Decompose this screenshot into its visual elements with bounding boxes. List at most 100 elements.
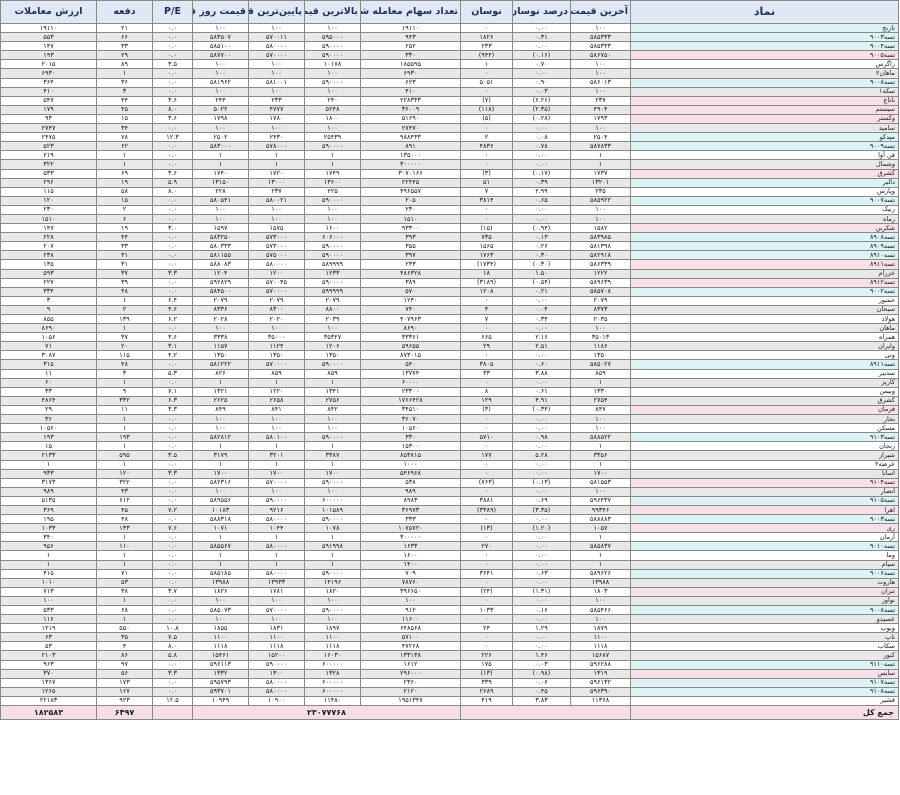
row-volume: ۸۹۱ bbox=[360, 141, 461, 152]
row-count: ۴۸ bbox=[96, 359, 153, 370]
row-volume: ۲۹۶۰۰۰ bbox=[360, 668, 461, 679]
row-last-price: ۱ bbox=[570, 459, 631, 470]
row-change-pct: ۴.۹۱ bbox=[512, 395, 571, 406]
row-last-price: ۲۳۵ bbox=[570, 186, 631, 197]
row-change-pct: ۰.۰۰ bbox=[512, 150, 571, 161]
row-value: ۱۵۱۰ bbox=[0, 213, 97, 225]
row-count: ۱۱۵ bbox=[96, 350, 153, 361]
row-pe: ۰.۰ bbox=[152, 213, 193, 225]
row-change: ۳۸۸۱ bbox=[460, 495, 513, 506]
row-prev-close: ۵۸۷۷۰۰ bbox=[192, 50, 249, 61]
row-change: ۵۷۱۰ bbox=[460, 432, 513, 443]
row-count: ۱۱۰ bbox=[96, 541, 153, 552]
table-row: وتی ۱۳۵۰ ۰.۰۰ ۰ ۸۷۳۰۱۵ ۱۳۵۰ ۱۳۵۰ ۱۳۵۰ ۴.۲ ۱۱۵ ۳۰۸۷ bbox=[0, 350, 899, 361]
table-row: وبوب ۱۸۷۹ ۱.۲۹ ۲۴ ۶۴۸۵۶۸ ۱۸۹۷ ۱۸۳۱ ۱۸۵۵ ۱۰.۸ ۵۵۰ ۱… bbox=[0, 623, 899, 634]
table-row: کنور ۱۵۶۸۷ ۱.۴۶ ۲۲۶ ۱۳۳۱۳۸ ۱۶۰۳۰ ۱۵۲۰۰ ۱۵۴۶۱ ۵.۸… bbox=[0, 650, 899, 661]
row-value: ۹۳۳ bbox=[0, 468, 97, 479]
row-last-price: ۱۰۵۷ bbox=[570, 523, 631, 534]
row-value: ۱۹۵ bbox=[0, 514, 97, 525]
row-high: ۵۹۰۰۰۰ bbox=[304, 195, 361, 206]
row-prev-close: ۵۹۵۷۹۳ bbox=[192, 677, 249, 688]
row-value: ۲۱۰۳ bbox=[0, 650, 97, 661]
row-change-pct: (۰.۱۳) bbox=[512, 477, 571, 488]
row-volume: ۷۰۹ bbox=[360, 568, 461, 579]
table-row: کشرق ۱۷۳۷ (۰.۱۷) (۳) ۳۰۷۰۱۶۶ ۱۷۴۹ ۱۷۲۰ ۱۷۴۰ ۳.۶ ۶… bbox=[0, 168, 899, 179]
row-value: ۷۱۳ bbox=[0, 586, 97, 597]
table-row: دالبر ۱۳۲۰۱ ۰.۳۹ ۵۱ ۲۲۴۴۵ ۱۳۶۰۰ ۱۳۰۰۰ ۱۳۱۵۰ ۵.۹ ۱… bbox=[0, 177, 899, 188]
row-symbol: رماه bbox=[630, 213, 899, 225]
row-change: ۰ bbox=[460, 86, 513, 97]
row-last-price: ۵۸۶۰۱۳ bbox=[570, 77, 631, 88]
row-last-price: ۵۸۵۰۲۷ bbox=[570, 359, 631, 370]
row-volume: ۲۳۳ bbox=[360, 259, 461, 270]
row-volume: ۴۹۶۵۵۷ bbox=[360, 186, 461, 197]
row-pe: ۳.۶ bbox=[152, 113, 193, 125]
table-row: زنجان ۱ ۰.۰۰ ۰ ۱۵۳۰۰ ۱ ۱ ۱ ۰.۰ ۱ ۱۵ bbox=[0, 441, 899, 452]
table-row: تسه۸۹۰۸ ۵۸۳۹۸۵ ۰.۱۳ ۷۳۵ ۳۹۳ ۶۰۶۰۰۰ ۵۷۳۰۰۰ ۵۸۳۲۵… bbox=[0, 232, 899, 243]
row-symbol: تسه۹۱۰۸ bbox=[630, 686, 899, 697]
row-pe: ۰.۰ bbox=[152, 41, 193, 52]
row-low: ۱۳۰۰۰ bbox=[248, 177, 305, 188]
row-low: ۵۸۰۱۰۰ bbox=[248, 432, 305, 443]
table-row: تسه۹۱۱۰ ۵۹۶۲۸۸ ۰.۰۳ ۱۷۵ ۱۶۱۲ ۶۰۰۰۰۰ ۵۹۰۰۰۰ ۵۹۶۱… bbox=[0, 659, 899, 670]
row-low: ۱۰۴۴ bbox=[248, 523, 305, 534]
row-pe: ۸.۰ bbox=[152, 641, 193, 652]
row-pe: ۰.۰ bbox=[152, 250, 193, 261]
row-symbol: تسه۹۱۰۵ bbox=[630, 495, 899, 506]
row-last-price: ۱۲۲۲ bbox=[570, 268, 631, 279]
row-volume: ۸۷۳۰۱۵ bbox=[360, 350, 461, 361]
row-change: ۵۰۵۱ bbox=[460, 77, 513, 88]
totals-row: جمع کل ۲۳۰۷۷۷۶۸ ۶۴۹۷ ۱۸۲۵۸۳ bbox=[0, 705, 899, 721]
table-row: انصار ۱۰۰ ۰.۰۰ ۰ ۹۸۹ ۱۰۰ ۱۰۰ ۱۰۰ ۰.۰ ۴۳ ۹۸۹ bbox=[0, 486, 899, 497]
row-last-price: ۱۵۸۲ bbox=[570, 223, 631, 234]
row-high: ۱۶۰۰ bbox=[304, 223, 361, 234]
row-low: ۱۰۰ bbox=[248, 213, 305, 225]
row-change: ۶۶۵ bbox=[460, 332, 513, 343]
row-high: ۵۹۹۹۹۹ bbox=[304, 286, 361, 297]
row-change-pct: ۰.۹۰ bbox=[512, 77, 571, 88]
row-value: ۵۱۳۵ bbox=[0, 495, 97, 506]
row-change-pct: (۰.۳۰) bbox=[512, 259, 571, 270]
row-change-pct: ۰.۰۰ bbox=[512, 550, 571, 561]
row-volume: ۴۰۷۹۶۳ bbox=[360, 313, 461, 325]
row-change: ۰ bbox=[460, 213, 513, 225]
table-row: فرمان ۸۴۷ (۰.۳۴) (۳) ۳۴۵۱۰ ۸۴۲ ۸۴۱ ۸۴۹ ۳.۳ ۱۱ ۲۹ bbox=[0, 404, 899, 416]
row-change: ۰ bbox=[460, 350, 513, 361]
row-symbol: اسانا bbox=[630, 468, 899, 479]
row-change: ۰ bbox=[460, 532, 513, 543]
row-volume: ۳۴۵۱۰ bbox=[360, 404, 461, 416]
row-volume: ۲۱۲۰ bbox=[360, 686, 461, 697]
row-value: ۳۳۴ bbox=[0, 286, 97, 297]
row-prev-close: ۱۰۰ bbox=[192, 59, 249, 70]
row-last-price: ۱۵۶۸۷ bbox=[570, 650, 631, 661]
table-row: خمنور ۲۰۷۹ ۰.۰۰ ۰ ۱۲۴۰ ۲۰۷۹ ۲۰۷۹ ۲۰۷۹ ۶.۴ ۱ ۳ bbox=[0, 295, 899, 306]
row-high: ۱۸۲۰ bbox=[304, 586, 361, 597]
row-count: ۳۷ bbox=[96, 332, 153, 343]
table-row: تاپ ۱۱۰۰ ۰.۰۰ ۰ ۵۷۱۰۰ ۱۱۰۰ ۱۱۰۰ ۱۱۰۰ ۷.۵ ۳۵ ۶۳ bbox=[0, 632, 899, 643]
row-symbol: زاگرس bbox=[630, 59, 899, 70]
row-symbol: تسه۹۱۰۷ bbox=[630, 677, 899, 688]
row-prev-close: ۱۰۰ bbox=[192, 423, 249, 434]
row-change: ۰ bbox=[460, 377, 513, 388]
row-prev-close: ۱۰۰ bbox=[192, 213, 249, 225]
row-symbol: وپارس bbox=[630, 186, 899, 197]
row-change-pct: ۰.۳۴ bbox=[512, 313, 571, 325]
row-last-price: ۱۰۰ bbox=[570, 204, 631, 215]
table-row: زاگرس ۱۰۰ ۰.۷۰ ۱ ۱۸۵۵۹۵ ۱۰۱۷۸ ۱۰۰ ۱۰۰ ۳.۵ ۸۹ ۲۰۱۵ bbox=[0, 59, 899, 70]
table-row: تسه۸۹۱۰ ۵۸۲۹۱۸ ۰.۳۰ ۱۷۶۳ ۳۹۷ ۵۹۰۰۰۰ ۵۷۵۰۰۰ ۵۸۱۱… bbox=[0, 250, 899, 261]
row-count: ۴۳ bbox=[96, 486, 153, 497]
row-volume: ۶۴۸۵۶۸ bbox=[360, 623, 461, 634]
row-change: ۰ bbox=[460, 414, 513, 425]
row-symbol: خزرام bbox=[630, 268, 899, 279]
row-prev-close: ۵۸۱۲۲۲ bbox=[192, 359, 249, 370]
row-low: ۱۷۲۰ bbox=[248, 168, 305, 179]
row-symbol: سدبیر bbox=[630, 368, 899, 379]
row-volume: ۱۰۵۶۰ bbox=[360, 423, 461, 434]
row-count: ۷۸ bbox=[96, 132, 153, 143]
row-high: ۱ bbox=[304, 159, 361, 170]
row-volume: ۱۳۵۰۰۰ bbox=[360, 150, 461, 161]
row-symbol: وکستر bbox=[630, 113, 899, 125]
row-low: ۱ bbox=[248, 377, 305, 388]
row-volume: ۵۷۱۰۰ bbox=[360, 632, 461, 643]
row-high: ۸۸۰۰ bbox=[304, 304, 361, 316]
